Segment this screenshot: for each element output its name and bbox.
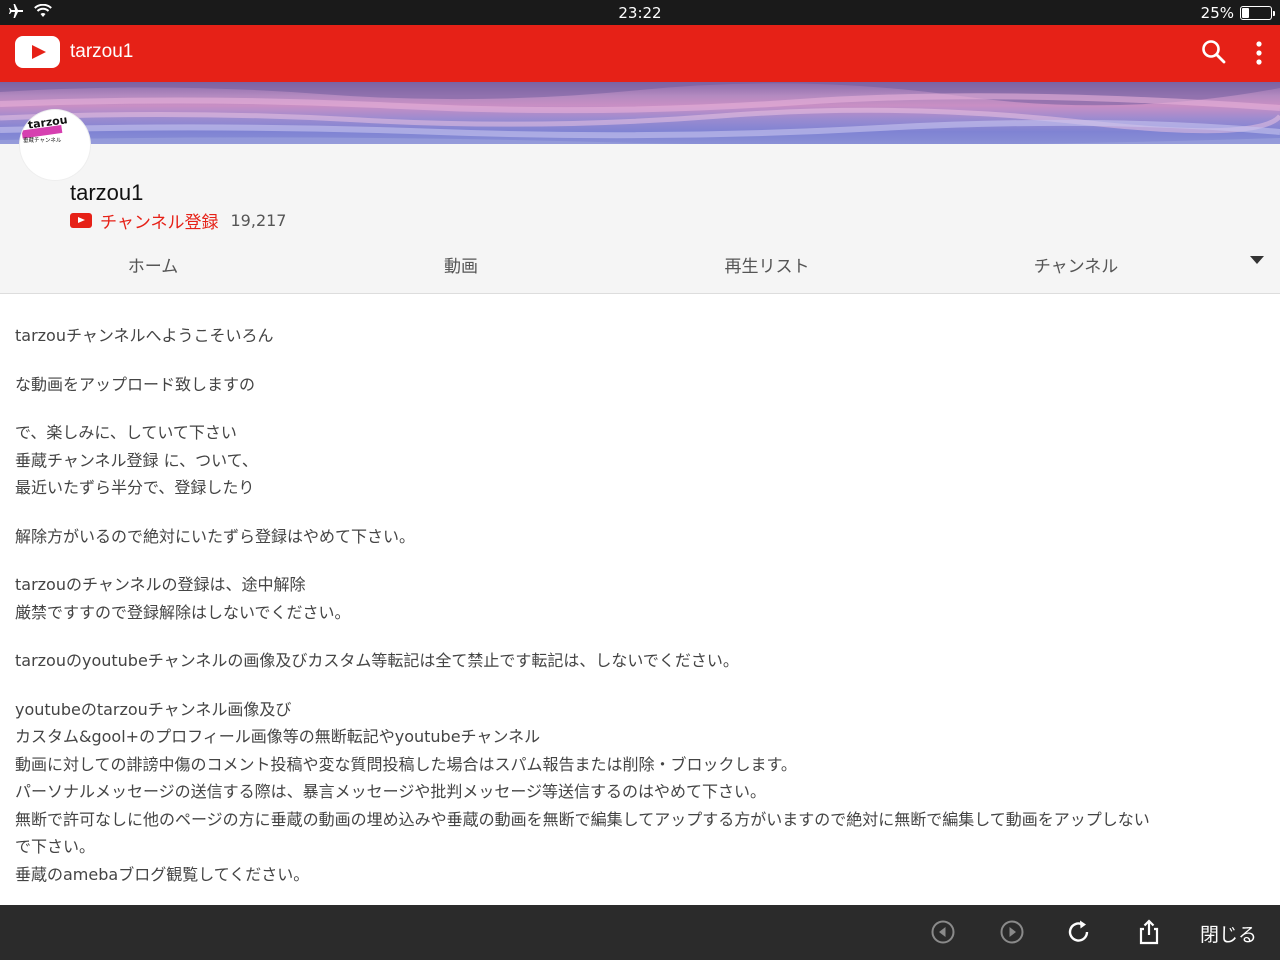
battery-percent: 25% [1200, 4, 1234, 22]
description-paragraph: な動画をアップロード致しますの [15, 374, 256, 394]
channel-avatar[interactable]: tarzou 垂蔵チャンネル [20, 110, 90, 180]
description-paragraph: 解除方がいるので絶対にいたずら登録はやめて下さい。 [15, 526, 416, 546]
channel-tabs: ホーム 動画 再生リスト チャンネル [0, 242, 1280, 294]
subscribe-button[interactable]: チャンネル登録 [100, 208, 219, 233]
tabs-dropdown-icon[interactable] [1250, 256, 1264, 264]
description-paragraph: youtubeのtarzouチャンネル画像及び カスタム&gool+のプロフィー… [15, 699, 1150, 884]
back-arrow-icon[interactable] [929, 918, 957, 946]
more-vert-icon[interactable] [1247, 38, 1271, 68]
youtube-logo-icon[interactable] [15, 36, 60, 68]
channel-name: tarzou1 [70, 180, 144, 205]
reload-icon[interactable] [1065, 918, 1093, 946]
close-button[interactable]: 閉じる [1200, 920, 1257, 947]
share-icon[interactable] [1135, 918, 1163, 946]
avatar-text-bottom: 垂蔵チャンネル [23, 136, 62, 144]
status-time: 23:22 [618, 4, 662, 22]
subscribe-row: チャンネル登録 19,217 [70, 208, 287, 233]
bottom-toolbar: 閉じる [0, 905, 1280, 960]
status-bar: 23:22 25% [0, 0, 1280, 25]
app-bar: tarzou1 [0, 25, 1280, 82]
status-right: 25% [1200, 4, 1275, 22]
tab-channels[interactable]: チャンネル [976, 252, 1176, 277]
youtube-subscribe-icon[interactable] [70, 212, 92, 228]
tab-home[interactable]: ホーム [53, 252, 253, 277]
description-paragraph: tarzouのyoutubeチャンネルの画像及びカスタム等転記は全て禁止です転記… [15, 651, 739, 670]
tab-playlists[interactable]: 再生リスト [667, 252, 867, 277]
channel-banner [0, 82, 1280, 144]
description-paragraph: tarzouのチャンネルの登録は、途中解除 厳禁ですすので登録解除はしないでくだ… [15, 575, 351, 622]
channel-description: tarzouチャンネルへようこそいろん な動画をアップロード致しますの で、楽し… [15, 322, 1265, 909]
app-bar-title: tarzou1 [70, 41, 134, 62]
description-paragraph: tarzouチャンネルへようこそいろん [15, 326, 274, 345]
search-icon[interactable] [1200, 38, 1228, 66]
subscriber-count: 19,217 [230, 210, 287, 230]
battery-icon [1240, 6, 1275, 20]
description-paragraph: で、楽しみに、していて下さい 垂蔵チャンネル登録 に、ついて、 最近いたずら半分… [15, 423, 258, 497]
tab-videos[interactable]: 動画 [361, 252, 561, 277]
forward-arrow-icon[interactable] [998, 918, 1026, 946]
